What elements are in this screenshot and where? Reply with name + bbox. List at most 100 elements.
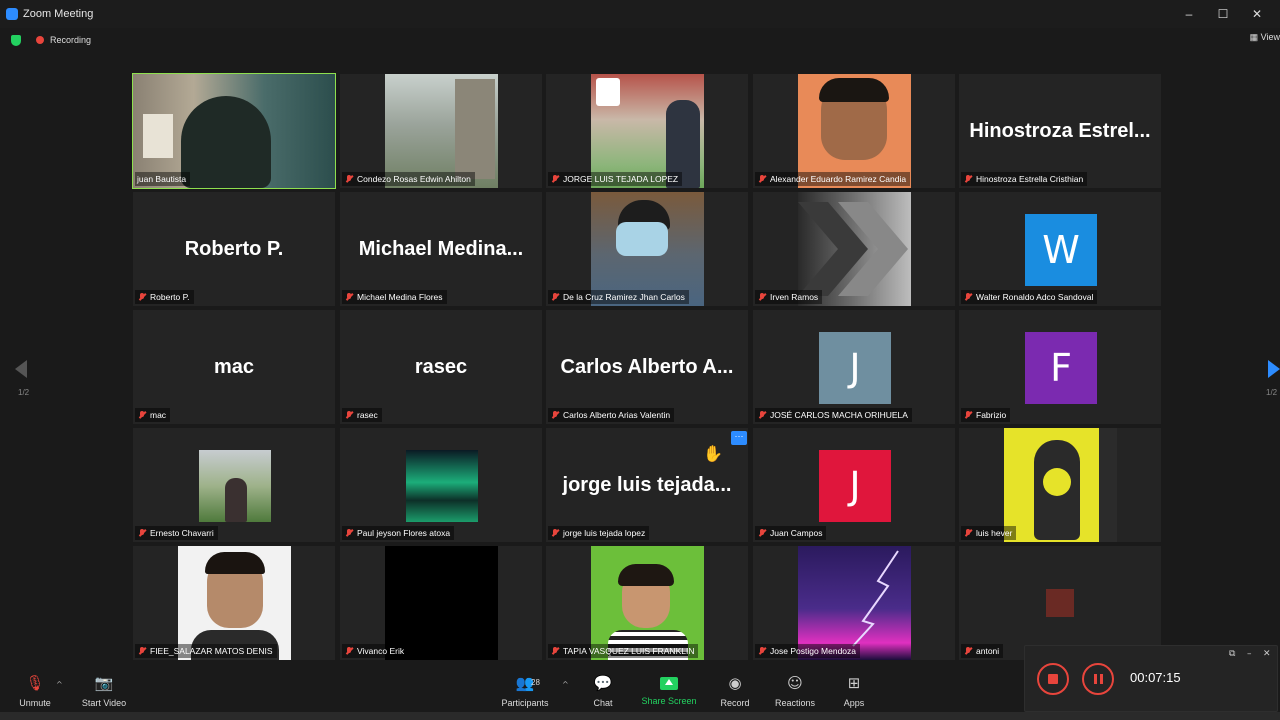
video-tile[interactable]: Condezo Rosas Edwin Ahilton (340, 74, 542, 188)
participant-name: Vivanco Erik (357, 646, 405, 656)
muted-mic-icon (344, 646, 354, 656)
muted-mic-icon (137, 410, 147, 420)
video-tile[interactable]: Paul jeyson Flores atoxa (340, 428, 542, 542)
participants-button[interactable]: 👥 28 Participants (485, 674, 565, 708)
participant-name: juan Bautista (137, 174, 187, 184)
apps-label: Apps (843, 698, 865, 708)
muted-mic-icon (963, 646, 973, 656)
aurora-photo (406, 450, 478, 522)
participant-photo (385, 546, 498, 660)
view-button[interactable]: ▦ View (1250, 32, 1280, 43)
reactions-icon: ☺ (787, 674, 803, 692)
participant-name-tag: Fabrizio (961, 408, 1011, 422)
photo-border-shape (1099, 428, 1117, 542)
security-shield-icon[interactable] (11, 35, 21, 46)
video-tile[interactable]: Irven Ramos (753, 192, 955, 306)
minimize-button[interactable]: – (1172, 0, 1206, 28)
participants-count: 28 (531, 678, 540, 687)
video-tile[interactable]: rasec rasec (340, 310, 542, 424)
muted-mic-icon (963, 528, 973, 538)
participant-name-tag: Condezo Rosas Edwin Ahilton (342, 172, 475, 186)
video-tile[interactable]: Michael Medina... Michael Medina Flores (340, 192, 542, 306)
participant-name: Michael Medina Flores (357, 292, 443, 302)
video-tile[interactable]: De la Cruz Ramirez Jhan Carlos (546, 192, 748, 306)
video-tile[interactable]: Carlos Alberto A... Carlos Alberto Arias… (546, 310, 748, 424)
video-tile[interactable]: FIEE_SALAZAR MATOS DENIS (133, 546, 335, 660)
window-controls: – ☐ ✕ (1172, 0, 1274, 28)
minimize-panel-icon[interactable]: – (1247, 649, 1252, 659)
zoom-app-icon (6, 8, 18, 20)
video-tile[interactable]: Vivanco Erik (340, 546, 542, 660)
video-tile[interactable]: Alexander Eduardo Ramirez Candia (753, 74, 955, 188)
video-tile[interactable]: W Walter Ronaldo Adco Sandoval (959, 192, 1161, 306)
share-screen-icon (660, 677, 678, 690)
participant-name-tag: Walter Ronaldo Adco Sandoval (961, 290, 1098, 304)
participant-avatar (1046, 589, 1074, 617)
video-tile[interactable]: antoni (959, 546, 1161, 660)
apps-button[interactable]: ⊞ Apps (814, 674, 894, 708)
previous-page-icon[interactable] (15, 360, 27, 378)
share-screen-label: Share Screen (641, 696, 697, 706)
video-tile[interactable]: Hinostroza Estrel... Hinostroza Estrella… (959, 74, 1161, 188)
next-page-icon[interactable] (1268, 360, 1280, 378)
stop-recording-button[interactable] (1037, 663, 1069, 695)
maximize-button[interactable]: ☐ (1206, 0, 1240, 28)
video-tile[interactable]: J Juan Campos (753, 428, 955, 542)
video-tile[interactable]: mac mac (133, 310, 335, 424)
muted-mic-icon (963, 292, 973, 302)
video-tile[interactable]: juan Bautista (132, 73, 336, 189)
participant-display-name: Carlos Alberto A... (560, 355, 734, 378)
pause-recording-button[interactable] (1082, 663, 1114, 695)
muted-mic-icon (344, 410, 354, 420)
tile-more-options-button[interactable]: ··· (731, 431, 747, 445)
participant-name-tag: Michael Medina Flores (342, 290, 447, 304)
lightning-graphic (852, 550, 899, 647)
participant-name-tag: mac (135, 408, 171, 422)
muted-mic-icon (137, 528, 147, 538)
muted-mic-icon (550, 292, 560, 302)
participant-name: Hinostroza Estrella Cristhian (976, 174, 1084, 184)
muted-mic-icon (963, 174, 973, 184)
hair-shape (205, 552, 265, 574)
muted-mic-icon (344, 174, 354, 184)
character-face-shape (1043, 468, 1071, 496)
close-button[interactable]: ✕ (1240, 0, 1274, 28)
view-label: View (1260, 32, 1280, 42)
participant-name: rasec (357, 410, 378, 420)
audio-options-chevron-icon[interactable]: ^ (56, 680, 63, 689)
university-logo (596, 78, 620, 106)
muted-mic-icon (550, 646, 560, 656)
participant-name: Fabrizio (976, 410, 1007, 420)
page-indicator-left: 1/2 (18, 388, 30, 397)
muted-mic-icon (344, 528, 354, 538)
start-video-label: Start Video (81, 698, 127, 708)
muted-mic-icon (137, 292, 147, 302)
participant-name-tag: luis hever (961, 526, 1017, 540)
video-tile[interactable]: Roberto P. Roberto P. (133, 192, 335, 306)
participant-name-tag: Paul jeyson Flores atoxa (342, 526, 455, 540)
person-silhouette (181, 96, 271, 188)
participant-name: antoni (976, 646, 1000, 656)
video-tile[interactable]: Jose Postigo Mendoza (753, 546, 955, 660)
muted-mic-icon (963, 410, 973, 420)
video-tile[interactable]: luis hever (959, 428, 1161, 542)
participant-name-tag: Irven Ramos (755, 290, 823, 304)
participant-name-tag: Roberto P. (135, 290, 194, 304)
participant-name: Paul jeyson Flores atoxa (357, 528, 451, 538)
video-tile[interactable]: TAPIA VASQUEZ LUIS FRANKLIN (546, 546, 748, 660)
participant-name: Condezo Rosas Edwin Ahilton (357, 174, 471, 184)
video-tile[interactable]: F Fabrizio (959, 310, 1161, 424)
participant-name-tag: Ernesto Chavarri (135, 526, 218, 540)
unmute-label: Unmute (19, 698, 51, 708)
muted-mic-icon (550, 528, 560, 538)
start-video-button[interactable]: 📷 Start Video (64, 674, 144, 708)
close-panel-icon[interactable]: ✕ (1263, 649, 1271, 659)
participant-display-name: mac (213, 355, 255, 378)
pop-out-icon[interactable]: ⧉ (1229, 649, 1235, 659)
video-tile[interactable]: J JOSÉ CARLOS MACHA ORIHUELA (753, 310, 955, 424)
video-tile[interactable]: JORGE LUIS TEJADA LOPEZ (546, 74, 748, 188)
chevron-graphic (798, 202, 908, 296)
meeting-status-bar: Recording ▦ View (0, 28, 1280, 52)
video-tile[interactable]: Ernesto Chavarri (133, 428, 335, 542)
muted-mic-icon (757, 528, 767, 538)
